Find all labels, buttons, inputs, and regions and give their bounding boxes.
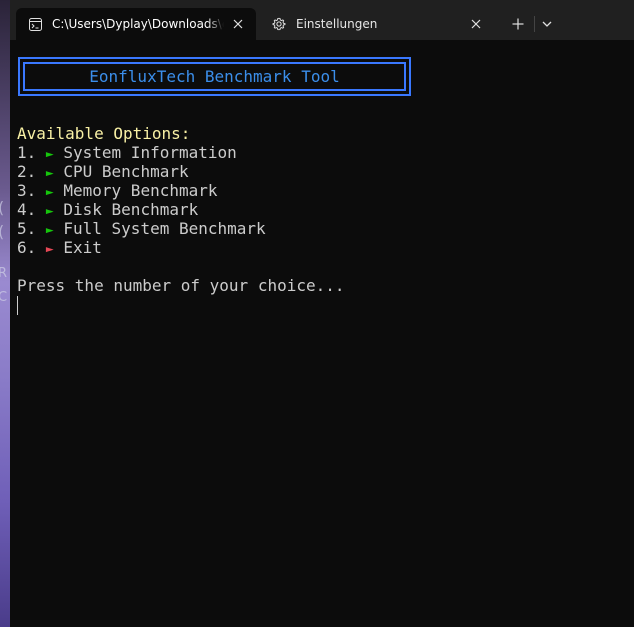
- terminal-window: C:\Users\Dyplay\Downloads\e Einstellunge…: [10, 0, 634, 627]
- option-item: 5. ► Full System Benchmark: [17, 219, 266, 240]
- desktop-artifact: (: [0, 198, 4, 217]
- desktop-artifact: C: [0, 290, 8, 305]
- titlebar-separator: [534, 16, 535, 32]
- terminal-icon: [28, 17, 42, 31]
- banner-title: EonfluxTech Benchmark Tool: [89, 67, 340, 86]
- new-tab-button[interactable]: [506, 10, 530, 38]
- option-number: 5.: [17, 219, 37, 238]
- arrow-icon: ►: [45, 166, 54, 181]
- tab-settings[interactable]: Einstellungen: [260, 8, 494, 40]
- option-label: Exit: [63, 238, 102, 257]
- option-item: 6. ► Exit: [17, 238, 102, 259]
- tab-terminal[interactable]: C:\Users\Dyplay\Downloads\e: [16, 8, 256, 40]
- option-number: 1.: [17, 143, 37, 162]
- banner-inner-border: EonfluxTech Benchmark Tool: [23, 62, 406, 91]
- arrow-icon: ►: [45, 204, 54, 219]
- option-item: 2. ► CPU Benchmark: [17, 162, 189, 183]
- chevron-down-icon: [542, 21, 552, 27]
- option-item: 4. ► Disk Benchmark: [17, 200, 198, 221]
- terminal-output[interactable]: EonfluxTech Benchmark Tool Available Opt…: [10, 40, 634, 627]
- option-number: 6.: [17, 238, 37, 257]
- profile-dropdown-button[interactable]: [536, 10, 558, 38]
- close-tab-button[interactable]: [224, 10, 252, 38]
- arrow-icon: ►: [45, 242, 54, 257]
- desktop-background: ( ( R C: [0, 0, 10, 627]
- desktop-artifact: (: [0, 222, 4, 241]
- arrow-icon: ►: [45, 185, 54, 200]
- plus-icon: [512, 18, 524, 30]
- option-label: Full System Benchmark: [63, 219, 266, 238]
- option-label: Memory Benchmark: [63, 181, 218, 200]
- option-item: 3. ► Memory Benchmark: [17, 181, 218, 202]
- desktop-artifact: R: [0, 266, 8, 281]
- close-icon: [471, 19, 481, 29]
- option-label: System Information: [63, 143, 237, 162]
- tab-label: C:\Users\Dyplay\Downloads\e: [52, 17, 224, 31]
- options-heading: Available Options:: [17, 124, 191, 143]
- input-prompt: Press the number of your choice...: [17, 276, 345, 295]
- option-label: Disk Benchmark: [63, 200, 199, 219]
- tab-label: Einstellungen: [296, 17, 378, 31]
- banner-box: EonfluxTech Benchmark Tool: [18, 57, 411, 96]
- gear-icon: [272, 17, 286, 31]
- title-bar: C:\Users\Dyplay\Downloads\e Einstellunge…: [10, 0, 634, 40]
- text-cursor[interactable]: [17, 296, 18, 315]
- arrow-icon: ►: [45, 223, 54, 238]
- option-number: 2.: [17, 162, 37, 181]
- arrow-icon: ►: [45, 147, 54, 162]
- option-number: 3.: [17, 181, 37, 200]
- close-icon: [233, 19, 243, 29]
- close-tab-button[interactable]: [462, 10, 490, 38]
- option-item: 1. ► System Information: [17, 143, 237, 164]
- option-number: 4.: [17, 200, 37, 219]
- option-label: CPU Benchmark: [63, 162, 189, 181]
